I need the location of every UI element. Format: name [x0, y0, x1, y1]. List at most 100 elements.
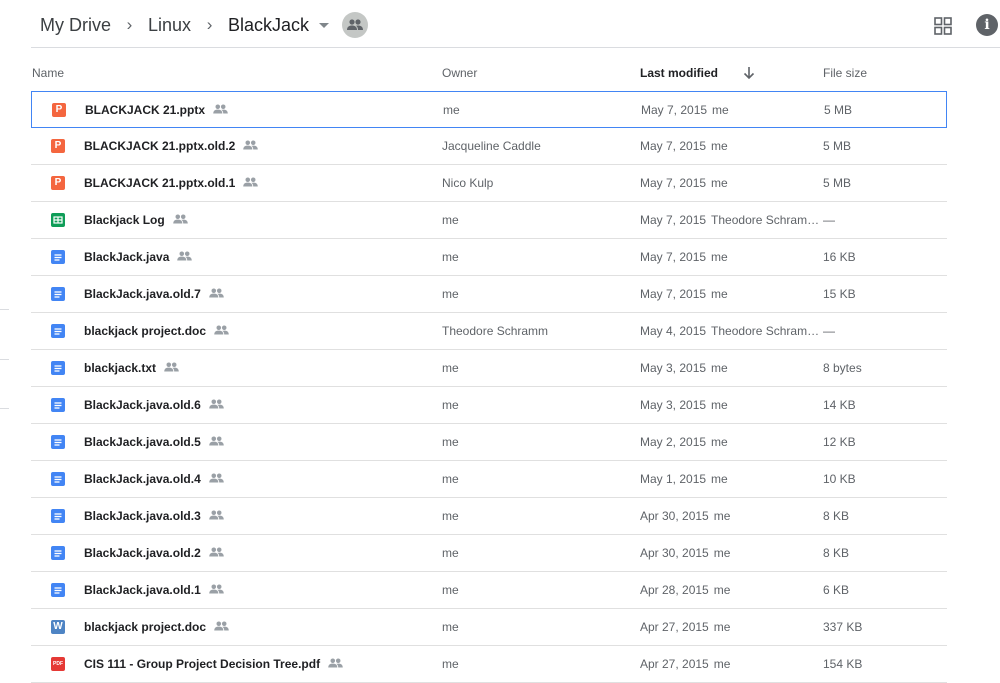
file-last-modified: May 1, 2015 me — [640, 472, 728, 486]
modified-by: me — [713, 509, 731, 523]
file-name-label: BlackJack.java.old.3 — [84, 509, 201, 523]
file-name: blackjack project.doc — [84, 324, 229, 338]
file-owner: me — [442, 472, 459, 486]
file-name: blackjack project.doc — [84, 620, 229, 634]
info-icon[interactable]: i — [976, 14, 998, 36]
file-name-label: BlackJack.java.old.7 — [84, 287, 201, 301]
document-icon — [51, 287, 65, 301]
modified-by: me — [711, 139, 728, 153]
modified-date: May 7, 2015 — [640, 139, 707, 153]
grid-view-icon[interactable] — [934, 17, 952, 35]
shared-icon — [328, 657, 343, 671]
file-size: 154 KB — [823, 657, 863, 671]
file-name: BLACKJACK 21.pptx — [85, 103, 228, 117]
file-size: 8 KB — [823, 546, 850, 560]
file-row[interactable]: blackjack project.doc Theodore Schramm May… — [31, 313, 947, 350]
word-doc-icon: W — [51, 620, 65, 634]
dropdown-arrow-icon[interactable] — [319, 22, 330, 28]
file-name-label: BlackJack.java.old.1 — [84, 583, 201, 597]
breadcrumb-my-drive[interactable]: My Drive — [40, 15, 111, 36]
file-last-modified: May 7, 2015 me — [640, 287, 728, 301]
file-size: 15 KB — [823, 287, 856, 301]
file-owner: me — [442, 287, 459, 301]
document-icon — [51, 398, 65, 412]
column-header-row: Name Owner Last modified File size — [31, 56, 947, 90]
shared-icon — [208, 509, 224, 523]
file-name-label: BlackJack.java.old.4 — [84, 472, 201, 486]
modified-date: May 7, 2015 — [640, 213, 707, 227]
modified-by: me — [711, 250, 728, 264]
spreadsheet-icon — [51, 213, 65, 227]
modified-date: Apr 27, 2015 — [640, 620, 709, 634]
modified-by: me — [711, 287, 728, 301]
file-name-label: BlackJack.java.old.2 — [84, 546, 201, 560]
file-size: 10 KB — [823, 472, 856, 486]
file-name-label: BlackJack.java.old.5 — [84, 435, 201, 449]
file-owner: me — [442, 583, 459, 597]
slides-icon: P — [52, 103, 66, 117]
file-row[interactable]: Wblackjack project.doc me Apr 27, 2015 me 33… — [31, 609, 947, 646]
people-icon — [347, 19, 364, 30]
file-last-modified: May 3, 2015 me — [640, 398, 728, 412]
modified-by: me — [711, 435, 728, 449]
breadcrumb-linux[interactable]: Linux — [148, 15, 191, 36]
chevron-right-icon: › — [206, 15, 213, 34]
breadcrumb: My Drive › Linux › BlackJack — [40, 0, 369, 50]
file-owner: me — [443, 103, 460, 117]
file-owner: Jacqueline Caddle — [442, 139, 541, 153]
file-row[interactable]: P BLACKJACK 21.pptx me May 7, 2015 me 5 MB — [31, 91, 947, 128]
modified-by: me — [711, 176, 728, 190]
shared-icon — [208, 583, 224, 597]
shared-icon — [208, 472, 224, 486]
file-owner: me — [442, 435, 459, 449]
shared-icon — [164, 361, 179, 375]
chevron-right-icon: › — [126, 15, 133, 34]
arrow-down-icon[interactable] — [742, 66, 756, 80]
column-header-name[interactable]: Name — [32, 66, 64, 80]
modified-date: May 7, 2015 — [641, 103, 708, 117]
divider — [0, 408, 9, 409]
file-owner: me — [442, 657, 459, 671]
file-name-label: blackjack.txt — [84, 361, 157, 375]
file-name: BlackJack.java.old.6 — [84, 398, 224, 412]
file-last-modified: May 7, 2015 me — [640, 176, 728, 190]
file-name-label: blackjack project.doc — [84, 620, 207, 634]
document-icon — [51, 546, 65, 560]
file-name: CIS 111 - Group Project Decision Tree.pd… — [84, 657, 343, 671]
file-name: Blackjack Log — [84, 213, 188, 227]
file-size: — — [823, 324, 835, 338]
column-header-owner: Owner — [442, 66, 478, 80]
divider — [0, 359, 9, 360]
modified-by: me — [713, 546, 731, 560]
file-last-modified: May 3, 2015 me — [640, 361, 728, 375]
file-row[interactable]: BlackJack.java.old.7 me May 7, 2015 me 15 KB — [31, 276, 947, 313]
breadcrumb-current-folder[interactable]: BlackJack — [228, 15, 309, 36]
shared-icon — [208, 398, 224, 412]
divider — [0, 309, 9, 310]
file-row[interactable]: BlackJack.java.old.5 me May 2, 2015 me 12 KB — [31, 424, 947, 461]
file-row[interactable]: P BLACKJACK 21.pptx.old.1 Nico Kulp May 7, … — [31, 165, 947, 202]
file-row[interactable]: BlackJack.java.old.4 me May 1, 2015 me 10 KB — [31, 461, 947, 498]
file-last-modified: Apr 27, 2015 me — [640, 620, 730, 634]
file-row[interactable]: BlackJack.java.old.2 me Apr 30, 2015 me 8 KB — [31, 535, 947, 572]
shared-icon — [208, 287, 224, 301]
file-last-modified: May 7, 2015 Theodore Schram… — [640, 213, 819, 227]
file-row[interactable]: PDF CIS 111 - Group Project Decision Tree… — [31, 646, 947, 683]
shared-icon — [243, 176, 259, 190]
modified-date: May 3, 2015 — [640, 398, 707, 412]
file-name: BlackJack.java.old.1 — [84, 583, 224, 597]
column-header-last-modified[interactable]: Last modified — [640, 66, 718, 80]
file-row[interactable]: BlackJack.java me May 7, 2015 me 16 KB — [31, 239, 947, 276]
file-row[interactable]: BlackJack.java.old.6 me May 3, 2015 me 14 KB — [31, 387, 947, 424]
file-size: 5 MB — [823, 176, 852, 190]
file-row[interactable]: Blackjack Log me May 7, 2015 Theodore Schra… — [31, 202, 947, 239]
file-row[interactable]: blackjack.txt me May 3, 2015 me 8 bytes — [31, 350, 947, 387]
divider — [31, 47, 1000, 48]
shared-icon — [214, 324, 229, 338]
modified-date: May 3, 2015 — [640, 361, 707, 375]
shared-folder-icon[interactable] — [342, 12, 369, 38]
file-row[interactable]: BlackJack.java.old.3 me Apr 30, 2015 me 8 KB — [31, 498, 947, 535]
modified-by: me — [713, 657, 731, 671]
file-row[interactable]: BlackJack.java.old.1 me Apr 28, 2015 me 6 KB — [31, 572, 947, 609]
file-row[interactable]: P BLACKJACK 21.pptx.old.2 Jacqueline Caddl… — [31, 128, 947, 165]
